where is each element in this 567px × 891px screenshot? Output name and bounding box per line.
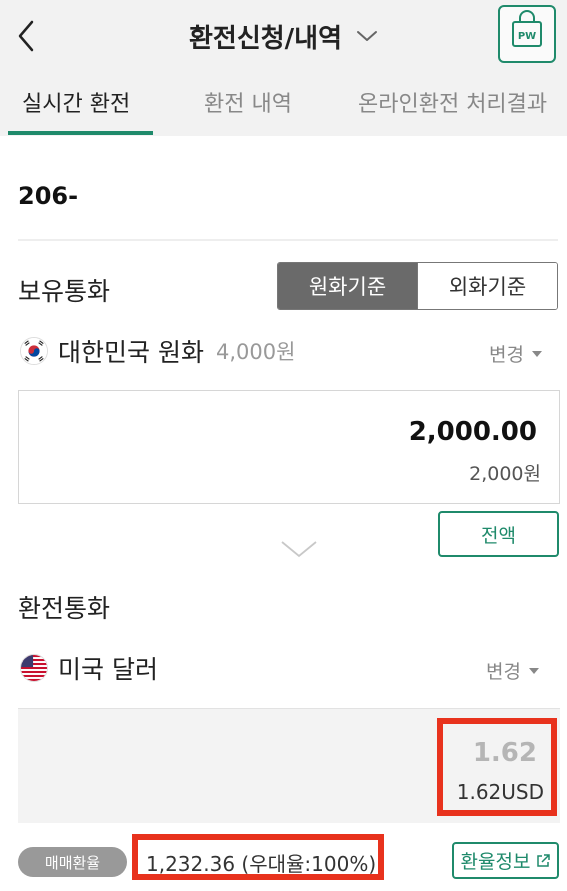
highlight-box bbox=[132, 834, 384, 880]
active-tab-indicator bbox=[8, 131, 153, 135]
holding-currency-title: 보유통화 bbox=[18, 277, 111, 306]
holding-currency-row: 대한민국 원화 4,000원 bbox=[20, 334, 295, 368]
korea-flag-icon bbox=[20, 337, 48, 365]
exchange-change-button[interactable]: 변경 bbox=[486, 657, 539, 684]
tab-online-exchange-result[interactable]: 온라인환전 처리결과 bbox=[358, 86, 547, 136]
change-label: 변경 bbox=[489, 344, 524, 366]
krw-basis-button[interactable]: 원화기준 bbox=[278, 263, 417, 309]
caret-down-icon bbox=[531, 350, 542, 357]
chevron-down-icon bbox=[281, 541, 317, 558]
external-link-icon bbox=[537, 853, 551, 867]
divider bbox=[18, 239, 558, 241]
rate-info-label: 환율정보 bbox=[460, 851, 531, 873]
exchange-currency-name: 미국 달러 bbox=[58, 655, 158, 684]
holding-amount-input[interactable]: 2,000.00 2,000원 bbox=[18, 390, 560, 504]
holding-change-button[interactable]: 변경 bbox=[489, 340, 542, 367]
highlight-box bbox=[437, 718, 557, 816]
title-area: 환전신청/내역 bbox=[0, 14, 567, 58]
change-label: 변경 bbox=[486, 661, 521, 683]
holding-amount-sub: 2,000원 bbox=[469, 463, 541, 485]
tab-exchange-history[interactable]: 환전 내역 bbox=[204, 86, 292, 136]
pw-label: PW bbox=[518, 31, 536, 42]
exchange-currency-row: 미국 달러 bbox=[20, 651, 158, 685]
tab-realtime-exchange[interactable]: 실시간 환전 bbox=[22, 86, 130, 136]
usa-flag-icon bbox=[20, 654, 48, 682]
rate-info-button[interactable]: 환율정보 bbox=[452, 842, 559, 879]
exchange-currency-title: 환전통화 bbox=[18, 594, 111, 623]
lock-pw-icon: PW bbox=[512, 10, 542, 47]
holding-amount-value: 2,000.00 bbox=[408, 417, 537, 447]
holding-balance: 4,000원 bbox=[215, 340, 296, 364]
page-title: 환전신청/내역 bbox=[188, 23, 343, 54]
full-amount-button[interactable]: 전액 bbox=[438, 511, 559, 557]
account-number[interactable]: 206- bbox=[18, 182, 78, 210]
chevron-down-icon[interactable] bbox=[356, 29, 378, 43]
basis-toggle: 원화기준 외화기준 bbox=[277, 262, 558, 310]
password-keypad-button[interactable]: PW bbox=[498, 5, 556, 63]
foreign-basis-button[interactable]: 외화기준 bbox=[417, 263, 557, 309]
caret-down-icon bbox=[528, 667, 539, 674]
rate-badge: 매매환율 bbox=[18, 847, 127, 877]
holding-currency-name: 대한민국 원화 bbox=[58, 338, 204, 367]
